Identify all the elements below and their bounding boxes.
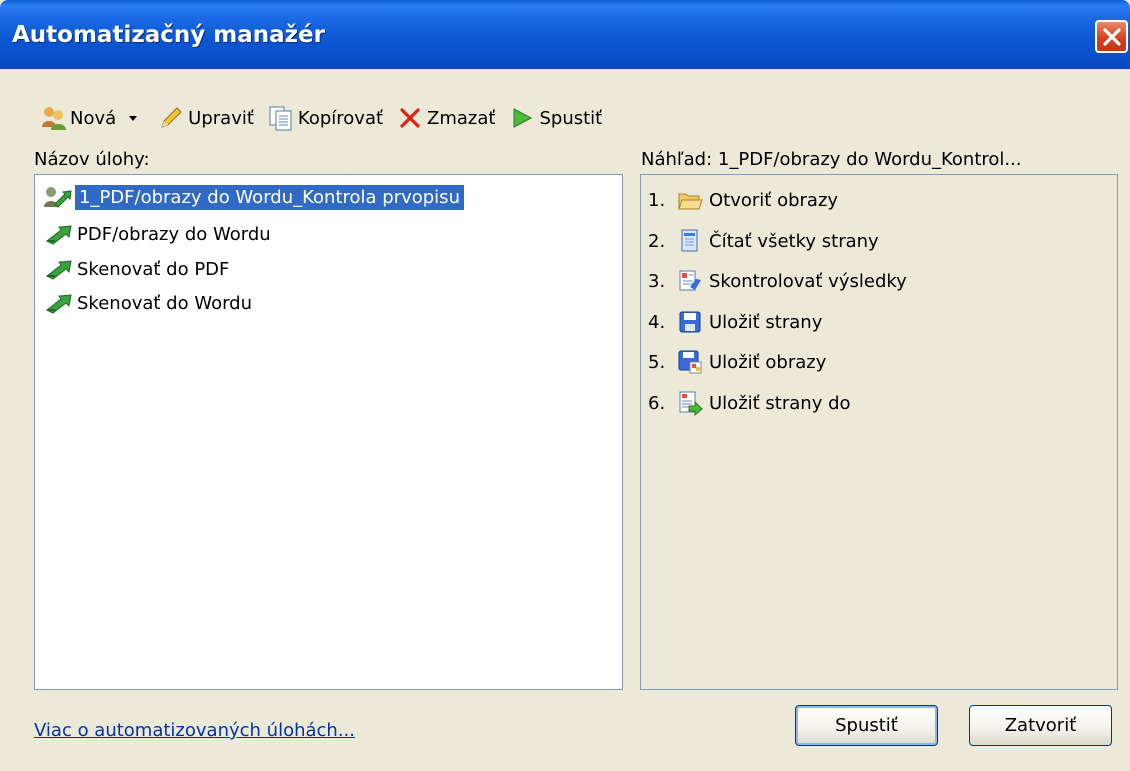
task-list-item-label: Skenovať do PDF — [77, 258, 230, 280]
step-number: 5. — [648, 351, 666, 373]
run-task-toolbar-label: Spustiť — [539, 107, 603, 129]
quick-task-icon — [43, 258, 75, 280]
pencil-icon — [158, 105, 184, 131]
more-info-link[interactable]: Viac o automatizovaných úlohách... — [34, 720, 355, 741]
custom-task-icon — [43, 186, 75, 208]
task-list-item[interactable]: Skenovať do Wordu — [43, 289, 252, 317]
task-preview-panel: 1. Otvoriť obrazy 2. Čítať všetky strany — [640, 174, 1118, 690]
quick-task-icon — [43, 223, 75, 245]
step-item: 5. Uložiť obrazy — [648, 347, 826, 377]
edit-task-button[interactable]: Upraviť — [158, 100, 254, 136]
task-list-item-label: 1_PDF/obrazy do Wordu_Kontrola prvopisu — [75, 184, 464, 210]
task-list-item[interactable]: 1_PDF/obrazy do Wordu_Kontrola prvopisu — [43, 183, 464, 211]
step-label: Uložiť strany — [709, 311, 823, 333]
new-task-dropdown[interactable] — [126, 100, 140, 136]
title-bar[interactable]: Automatizačný manažér — [0, 0, 1130, 69]
close-window-button[interactable] — [1095, 20, 1128, 53]
delete-task-label: Zmazať — [427, 107, 496, 129]
step-number: 1. — [648, 189, 666, 211]
delete-x-icon — [397, 105, 423, 131]
play-icon — [509, 105, 535, 131]
step-number: 2. — [648, 230, 666, 252]
copy-task-button[interactable]: Kopírovať — [268, 100, 383, 136]
step-label: Čítať všetky strany — [709, 230, 879, 252]
new-task-icon — [40, 105, 66, 131]
save-pages-to-icon — [677, 390, 703, 417]
new-task-button[interactable]: Nová — [40, 100, 116, 136]
run-task-toolbar-button[interactable]: Spustiť — [509, 100, 602, 136]
step-label: Otvoriť obrazy — [709, 189, 839, 211]
preview-label: Náhľad: 1_PDF/obrazy do Wordu_Kontrol... — [641, 149, 1022, 170]
step-item: 2. Čítať všetky strany — [648, 226, 879, 256]
toolbar: Nová Upraviť Kopírovať Zmazať Spustiť — [40, 100, 616, 136]
step-item: 1. Otvoriť obrazy — [648, 185, 838, 215]
open-images-icon — [677, 187, 703, 213]
step-label: Skontrolovať výsledky — [709, 270, 907, 292]
step-item: 3. Skontrolovať výsledky — [648, 266, 907, 296]
step-number: 3. — [648, 270, 666, 292]
close-icon — [1103, 28, 1121, 46]
step-item: 4. Uložiť strany — [648, 307, 822, 337]
task-name-label: Názov úlohy: — [34, 149, 150, 170]
task-list-item-label: PDF/obrazy do Wordu — [77, 223, 271, 245]
task-list-item[interactable]: Skenovať do PDF — [43, 255, 229, 283]
window-title: Automatizačný manažér — [12, 22, 325, 48]
task-list[interactable]: 1_PDF/obrazy do Wordu_Kontrola prvopisu … — [34, 174, 623, 690]
step-item: 6. Uložiť strany do — [648, 388, 851, 418]
task-list-item-label: Skenovať do Wordu — [77, 292, 252, 314]
run-button[interactable]: Spustiť — [795, 705, 938, 746]
save-images-icon — [677, 349, 703, 375]
delete-task-button[interactable]: Zmazať — [397, 100, 495, 136]
copy-icon — [268, 105, 294, 131]
step-number: 6. — [648, 392, 666, 414]
step-label: Uložiť strany do — [709, 392, 851, 414]
check-results-icon — [677, 268, 703, 294]
copy-task-label: Kopírovať — [297, 107, 384, 129]
read-pages-icon — [677, 228, 703, 254]
close-button[interactable]: Zatvoriť — [969, 705, 1112, 746]
edit-task-label: Upraviť — [188, 107, 254, 129]
dropdown-arrow-icon — [129, 116, 138, 121]
step-number: 4. — [648, 311, 666, 333]
automation-manager-dialog: Automatizačný manažér Nová Upraviť Kopír… — [0, 0, 1130, 771]
task-list-item[interactable]: PDF/obrazy do Wordu — [43, 220, 271, 248]
new-task-label: Nová — [70, 107, 117, 129]
save-pages-icon — [677, 309, 703, 335]
quick-task-icon — [43, 292, 75, 314]
step-label: Uložiť obrazy — [709, 351, 827, 373]
